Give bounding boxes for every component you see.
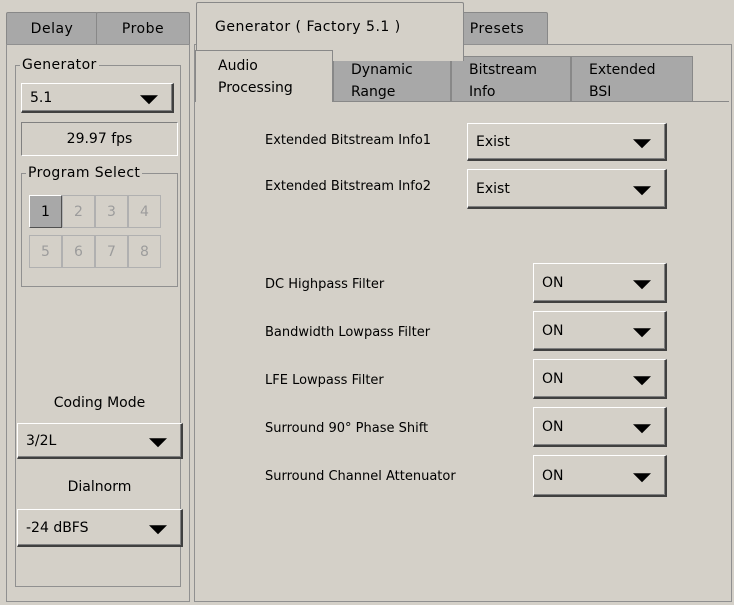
subtab-bitstream-info-line2: Info: [469, 84, 496, 100]
ebi2-label: Extended Bitstream Info2: [265, 179, 432, 194]
coding-mode-value: 3/2L: [26, 432, 57, 449]
subtab-extended-bsi-line1: Extended: [589, 62, 656, 78]
ebi2-value: Exist: [476, 180, 510, 197]
subtab-dynamic-range-line1: Dynamic: [351, 62, 413, 78]
bandwidth-lowpass-select[interactable]: ON: [533, 311, 667, 351]
generator-legend: Generator: [22, 57, 97, 73]
subtab-extended-bsi[interactable]: Extended BSI: [571, 56, 693, 102]
generator-format-value: 5.1: [30, 89, 53, 106]
fps-value: 29.97 fps: [66, 131, 133, 147]
program-button-8[interactable]: 8: [128, 235, 161, 268]
chevron-down-icon: [633, 423, 651, 433]
subtab-audio-processing[interactable]: Audio Processing: [195, 50, 333, 102]
surround-phase-shift-label: Surround 90° Phase Shift: [265, 421, 429, 436]
program-button-2[interactable]: 2: [62, 195, 95, 228]
generator-side-panel: Generator 5.1 29.97 fps Program Select 1…: [6, 44, 190, 602]
program-button-3[interactable]: 3: [95, 195, 128, 228]
chevron-down-icon: [633, 138, 651, 148]
dc-highpass-select[interactable]: ON: [533, 263, 667, 303]
ebi1-label: Extended Bitstream Info1: [265, 133, 432, 148]
tab-probe[interactable]: Probe: [96, 12, 190, 45]
bandwidth-lowpass-value: ON: [542, 322, 564, 339]
subtab-audio-processing-line2: Processing: [218, 80, 293, 96]
subtab-dynamic-range-line2: Range: [351, 84, 396, 100]
program-button-7[interactable]: 7: [95, 235, 128, 268]
tab-delay-label: Delay: [30, 21, 74, 37]
generator-format-select[interactable]: 5.1: [21, 83, 174, 113]
fps-display: 29.97 fps: [21, 122, 178, 156]
chevron-down-icon: [633, 327, 651, 337]
subtab-extended-bsi-line2: BSI: [589, 84, 612, 100]
subtab-dynamic-range[interactable]: Dynamic Range: [333, 56, 451, 102]
subtab-audio-processing-line1: Audio: [218, 58, 258, 74]
ebi2-select[interactable]: Exist: [467, 169, 667, 209]
ebi1-value: Exist: [476, 133, 510, 150]
program-button-6[interactable]: 6: [62, 235, 95, 268]
surround-attenuator-label: Surround Channel Attenuator: [265, 469, 456, 484]
audio-processing-panel: Audio Processing Dynamic Range Bitstream…: [194, 44, 732, 602]
tab-presets-label: Presets: [469, 21, 525, 37]
surround-attenuator-select[interactable]: ON: [533, 455, 667, 497]
tab-delay[interactable]: Delay: [6, 12, 98, 45]
chevron-down-icon: [633, 185, 651, 195]
lfe-lowpass-value: ON: [542, 370, 564, 387]
tab-probe-label: Probe: [121, 21, 165, 37]
ebi1-select[interactable]: Exist: [467, 123, 667, 161]
lfe-lowpass-label: LFE Lowpass Filter: [265, 373, 384, 388]
chevron-down-icon: [633, 279, 651, 289]
subtab-bitstream-info-line1: Bitstream: [469, 62, 538, 78]
tab-generator-label: Generator ( Factory 5.1 ): [215, 19, 401, 35]
chevron-down-icon: [633, 375, 651, 385]
dialnorm-select[interactable]: -24 dBFS: [17, 509, 183, 547]
dc-highpass-value: ON: [542, 274, 564, 291]
bandwidth-lowpass-label: Bandwidth Lowpass Filter: [265, 325, 431, 340]
chevron-down-icon: [149, 437, 167, 447]
coding-mode-select[interactable]: 3/2L: [17, 423, 183, 459]
dialnorm-label: Dialnorm: [67, 479, 132, 495]
lfe-lowpass-select[interactable]: ON: [533, 359, 667, 399]
subtab-bitstream-info[interactable]: Bitstream Info: [451, 56, 571, 102]
surround-phase-shift-select[interactable]: ON: [533, 407, 667, 447]
program-button-5[interactable]: 5: [29, 235, 62, 268]
chevron-down-icon: [140, 94, 158, 104]
program-button-4[interactable]: 4: [128, 195, 161, 228]
chevron-down-icon: [633, 472, 651, 482]
program-button-1[interactable]: 1: [29, 195, 62, 228]
coding-mode-label: Coding Mode: [53, 395, 146, 411]
chevron-down-icon: [149, 524, 167, 534]
dc-highpass-label: DC Highpass Filter: [265, 277, 385, 292]
surround-phase-shift-value: ON: [542, 418, 564, 435]
program-select-legend: Program Select: [28, 165, 141, 181]
surround-attenuator-value: ON: [542, 467, 564, 484]
dialnorm-value: -24 dBFS: [26, 519, 89, 536]
